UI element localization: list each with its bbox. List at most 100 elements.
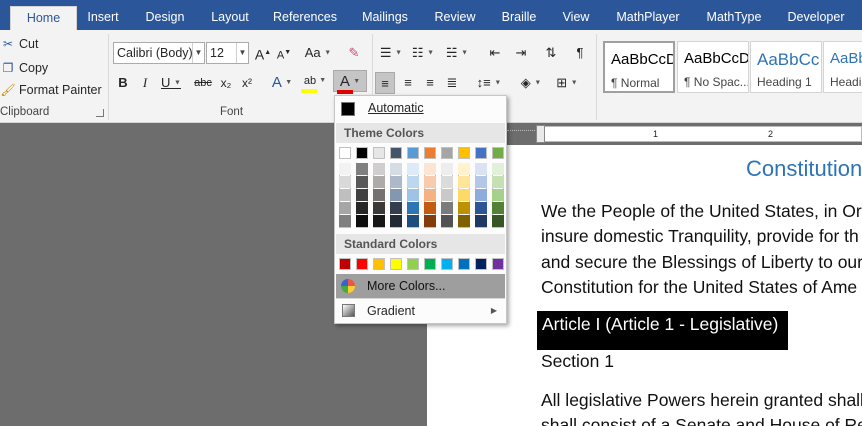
- font-size-combo[interactable]: 12 ▼: [206, 42, 249, 64]
- theme-color-swatch[interactable]: [407, 147, 419, 159]
- numbering-button[interactable]: ☷ ▼: [408, 42, 438, 64]
- tab-developer[interactable]: Developer: [780, 6, 852, 30]
- standard-color-swatch[interactable]: [475, 258, 487, 270]
- theme-shade-swatch[interactable]: [475, 176, 487, 188]
- theme-shade-swatch[interactable]: [373, 189, 385, 201]
- format-painter-button[interactable]: 🖌 Format Painter: [0, 80, 101, 100]
- theme-shade-swatch[interactable]: [492, 176, 504, 188]
- standard-color-swatch[interactable]: [390, 258, 402, 270]
- theme-shade-swatch[interactable]: [356, 189, 368, 201]
- theme-color-swatch[interactable]: [475, 147, 487, 159]
- tab-layout[interactable]: Layout: [203, 6, 257, 30]
- theme-shade-swatch[interactable]: [458, 189, 470, 201]
- theme-shade-swatch[interactable]: [458, 215, 470, 227]
- theme-shade-swatch[interactable]: [492, 215, 504, 227]
- theme-shade-swatch[interactable]: [390, 189, 402, 201]
- align-center-button[interactable]: ≡: [398, 72, 418, 94]
- theme-shade-swatch[interactable]: [458, 176, 470, 188]
- tab-mathplayer[interactable]: MathPlayer: [608, 6, 688, 30]
- theme-shade-swatch[interactable]: [441, 163, 453, 175]
- theme-shade-swatch[interactable]: [441, 189, 453, 201]
- standard-color-swatch[interactable]: [356, 258, 368, 270]
- align-right-button[interactable]: ≡: [420, 72, 440, 94]
- theme-color-swatch[interactable]: [492, 147, 504, 159]
- highlight-color-button[interactable]: ab ▼: [299, 70, 331, 93]
- theme-shade-swatch[interactable]: [390, 215, 402, 227]
- theme-shade-swatch[interactable]: [373, 215, 385, 227]
- theme-shade-swatch[interactable]: [441, 202, 453, 214]
- theme-shade-swatch[interactable]: [390, 163, 402, 175]
- automatic-color-item[interactable]: Automatic: [336, 97, 505, 121]
- copy-button[interactable]: ❐ Copy: [0, 58, 49, 78]
- bold-button[interactable]: B: [113, 72, 133, 94]
- clear-formatting-button[interactable]: ✎: [344, 42, 364, 64]
- theme-shade-swatch[interactable]: [373, 163, 385, 175]
- theme-shade-swatch[interactable]: [458, 202, 470, 214]
- standard-color-swatch[interactable]: [373, 258, 385, 270]
- style-heading-1[interactable]: AaBbCc Heading 1: [750, 41, 822, 93]
- align-left-button[interactable]: ≡: [375, 72, 395, 94]
- standard-color-swatch[interactable]: [407, 258, 419, 270]
- standard-color-swatch[interactable]: [424, 258, 436, 270]
- justify-button[interactable]: ≣: [442, 72, 462, 94]
- tab-mailings[interactable]: Mailings: [353, 6, 417, 30]
- theme-shade-swatch[interactable]: [475, 215, 487, 227]
- theme-color-swatch[interactable]: [373, 147, 385, 159]
- standard-color-swatch[interactable]: [458, 258, 470, 270]
- font-color-button[interactable]: A ▼: [333, 70, 367, 94]
- tab-references[interactable]: References: [267, 6, 343, 30]
- tab-insert[interactable]: Insert: [79, 6, 127, 30]
- horizontal-ruler[interactable]: 1 2: [507, 123, 862, 145]
- theme-shade-swatch[interactable]: [373, 202, 385, 214]
- grow-font-button[interactable]: A▲: [253, 42, 273, 64]
- theme-shade-swatch[interactable]: [373, 176, 385, 188]
- cut-button[interactable]: ✂ Cut: [0, 34, 38, 54]
- theme-shade-swatch[interactable]: [441, 176, 453, 188]
- strikethrough-button[interactable]: abc: [190, 72, 216, 94]
- theme-shade-swatch[interactable]: [492, 202, 504, 214]
- theme-shade-swatch[interactable]: [407, 189, 419, 201]
- theme-shade-swatch[interactable]: [407, 176, 419, 188]
- gradient-item[interactable]: Gradient ▶: [336, 299, 505, 323]
- theme-shade-swatch[interactable]: [407, 163, 419, 175]
- line-spacing-button[interactable]: ↕≡ ▼: [473, 72, 505, 94]
- text-effects-button[interactable]: A ▼: [267, 72, 297, 94]
- theme-shade-swatch[interactable]: [492, 163, 504, 175]
- theme-shade-swatch[interactable]: [424, 215, 436, 227]
- tab-braille[interactable]: Braille: [495, 6, 543, 30]
- theme-color-swatch[interactable]: [390, 147, 402, 159]
- tab-view[interactable]: View: [557, 6, 595, 30]
- style-heading-2[interactable]: AaBbC Headi: [823, 41, 862, 93]
- theme-shade-swatch[interactable]: [390, 202, 402, 214]
- more-colors-item[interactable]: More Colors...: [336, 274, 505, 298]
- increase-indent-button[interactable]: ⇥: [510, 42, 532, 64]
- shading-button[interactable]: ◈ ▼: [516, 72, 546, 94]
- tab-review[interactable]: Review: [429, 6, 481, 30]
- theme-color-swatch[interactable]: [441, 147, 453, 159]
- style-normal[interactable]: AaBbCcD ¶ Normal: [603, 41, 675, 93]
- theme-color-swatch[interactable]: [458, 147, 470, 159]
- show-formatting-button[interactable]: ¶: [570, 42, 590, 64]
- theme-color-swatch[interactable]: [339, 147, 351, 159]
- theme-shade-swatch[interactable]: [390, 176, 402, 188]
- theme-shade-swatch[interactable]: [475, 202, 487, 214]
- theme-shade-swatch[interactable]: [356, 176, 368, 188]
- indent-marker-icon[interactable]: [536, 125, 545, 143]
- tab-design[interactable]: Design: [137, 6, 193, 30]
- theme-shade-swatch[interactable]: [475, 163, 487, 175]
- theme-shade-swatch[interactable]: [424, 176, 436, 188]
- theme-shade-swatch[interactable]: [339, 176, 351, 188]
- italic-button[interactable]: I: [135, 72, 155, 94]
- theme-shade-swatch[interactable]: [339, 189, 351, 201]
- theme-shade-swatch[interactable]: [339, 215, 351, 227]
- standard-color-swatch[interactable]: [441, 258, 453, 270]
- change-case-button[interactable]: Aa ▼: [301, 42, 335, 64]
- theme-shade-swatch[interactable]: [339, 163, 351, 175]
- standard-color-swatch[interactable]: [492, 258, 504, 270]
- decrease-indent-button[interactable]: ⇤: [484, 42, 506, 64]
- theme-shade-swatch[interactable]: [356, 202, 368, 214]
- chevron-down-icon[interactable]: ▼: [236, 43, 248, 63]
- underline-button[interactable]: U ▼: [157, 72, 185, 94]
- theme-shade-swatch[interactable]: [424, 189, 436, 201]
- multilevel-list-button[interactable]: ☵ ▼: [440, 42, 474, 64]
